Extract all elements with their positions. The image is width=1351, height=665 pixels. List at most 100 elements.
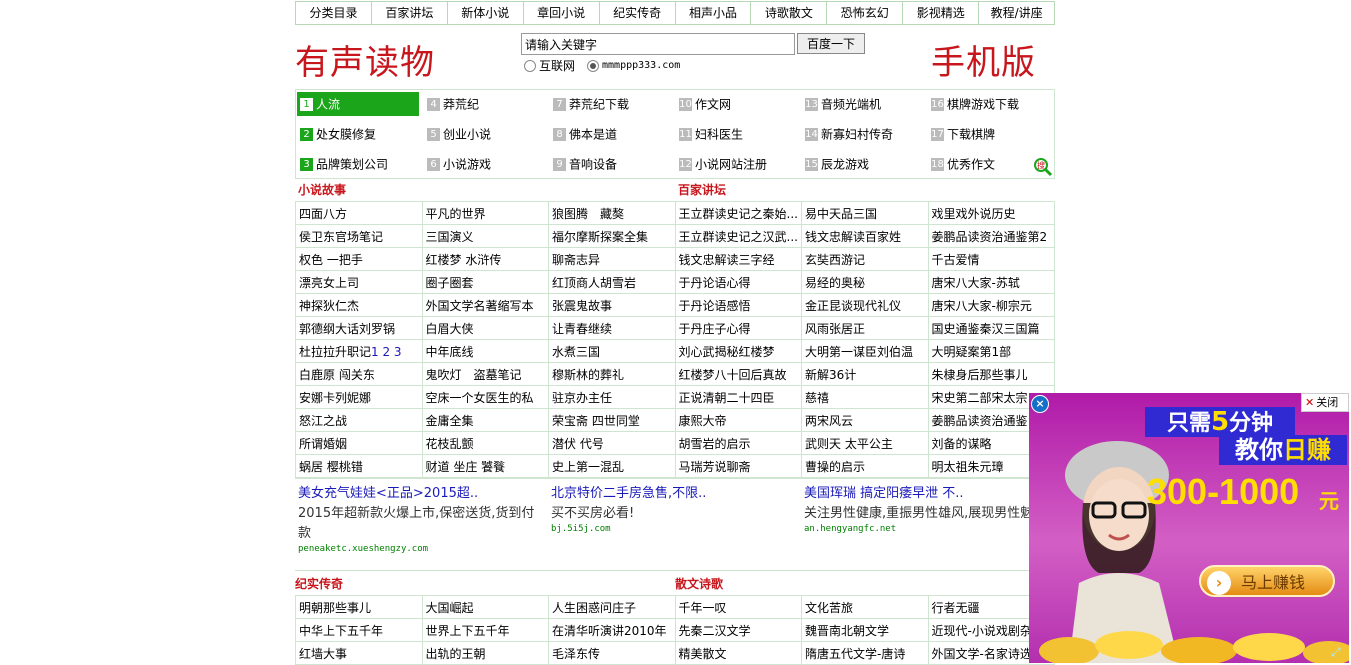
radio-web-label[interactable]: 互联网 [539, 57, 575, 74]
rank-item[interactable]: 11 妇科医生 [676, 122, 798, 146]
list-link[interactable]: 唐宋八大家-苏轼 [932, 276, 1020, 290]
rank-item[interactable]: 8 佛本是道 [550, 122, 672, 146]
list-link[interactable]: 玄奘西游记 [805, 253, 865, 267]
nav-item[interactable]: 百家讲坛 [372, 2, 448, 24]
rank-item[interactable]: 14 新寡妇村传奇 [802, 122, 924, 146]
list-link[interactable]: 隋唐五代文学-唐诗 [805, 647, 905, 661]
list-link[interactable]: 四面八方 [299, 207, 347, 221]
ad-url[interactable]: peneaketc.xueshengzy.com [298, 544, 545, 554]
list-link[interactable]: 人生困惑问庄子 [552, 601, 636, 615]
list-link[interactable]: 怒江之战 [299, 414, 347, 428]
list-link[interactable]: 姜鹏品读资治通鉴 [932, 414, 1028, 428]
list-link[interactable]: 安娜卡列妮娜 [299, 391, 371, 405]
list-link[interactable]: 王立群读史记之秦始... [679, 207, 798, 221]
list-link[interactable]: 马瑞芳说聊斋 [679, 460, 751, 474]
list-link[interactable]: 杜拉拉升职记 [299, 345, 371, 359]
list-link[interactable]: 红墙大事 [299, 647, 347, 661]
list-link[interactable]: 财道 坐庄 饕餮 [426, 460, 506, 474]
list-link[interactable]: 千古爱情 [932, 253, 980, 267]
rank-item[interactable]: 15 辰龙游戏 [802, 152, 924, 176]
nav-item[interactable]: 诗歌散文 [751, 2, 828, 24]
list-link[interactable]: 侯卫东官场笔记 [299, 230, 383, 244]
list-link[interactable]: 潜伏 代号 [552, 437, 604, 451]
list-link[interactable]: 慈禧 [805, 391, 829, 405]
section-title-poetry[interactable]: 散文诗歌 [675, 573, 723, 595]
list-link[interactable]: 红楼梦 水浒传 [426, 253, 502, 267]
list-link[interactable]: 康熙大帝 [679, 414, 727, 428]
list-link[interactable]: 行者无疆 [932, 601, 980, 615]
list-link[interactable]: 郭德纲大话刘罗锅 [299, 322, 395, 336]
list-link[interactable]: 易经的奥秘 [805, 276, 865, 290]
list-link[interactable]: 朱棣身后那些事儿 [932, 368, 1028, 382]
list-link[interactable]: 曹操的启示 [805, 460, 865, 474]
nav-item[interactable]: 教程/讲座 [979, 2, 1054, 24]
search-input[interactable] [521, 33, 795, 55]
list-link[interactable]: 明太祖朱元璋 [932, 460, 1004, 474]
list-link[interactable]: 白眉大侠 [426, 322, 474, 336]
ad-title-link[interactable]: 美女充气娃娃<正品>2015超.. [298, 482, 545, 501]
nav-item[interactable]: 相声小品 [676, 2, 752, 24]
list-link[interactable]: 唐宋八大家-柳宗元 [932, 299, 1032, 313]
list-link[interactable]: 金庸全集 [426, 414, 474, 428]
expand-icon[interactable]: ⤢ [1331, 645, 1347, 661]
list-link[interactable]: 武则天 太平公主 [805, 437, 893, 451]
page-links[interactable]: 1 2 3 [371, 345, 402, 359]
list-link[interactable]: 张震鬼故事 [552, 299, 612, 313]
list-link[interactable]: 神探狄仁杰 [299, 299, 359, 313]
list-link[interactable]: 大国崛起 [426, 601, 474, 615]
list-link[interactable]: 漂亮女上司 [299, 276, 359, 290]
list-link[interactable]: 文化苦旅 [805, 601, 853, 615]
list-link[interactable]: 三国演义 [426, 230, 474, 244]
section-title-lectures[interactable]: 百家讲坛 [678, 179, 726, 201]
ad-close-button[interactable]: ✕ 关闭 [1301, 393, 1349, 412]
list-link[interactable]: 国史通鉴秦汉三国篇 [932, 322, 1040, 336]
list-link[interactable]: 新解36计 [805, 368, 856, 382]
radio-site[interactable] [587, 59, 600, 72]
rank-item[interactable]: 1 人流 [297, 92, 419, 116]
radio-site-label[interactable]: mmmppp333.com [602, 60, 680, 71]
list-link[interactable]: 于丹论语感悟 [679, 299, 751, 313]
list-link[interactable]: 穆斯林的葬礼 [552, 368, 624, 382]
list-link[interactable]: 在清华听演讲2010年 [552, 624, 667, 638]
rank-item[interactable]: 4 莽荒纪 [424, 92, 546, 116]
list-link[interactable]: 王立群读史记之汉武... [679, 230, 798, 244]
ad-title-link[interactable]: 美国珲瑞 搞定阳痿早泄 不.. [804, 482, 1051, 501]
list-link[interactable]: 戏里戏外说历史 [932, 207, 1016, 221]
nav-item[interactable]: 恐怖玄幻 [827, 2, 904, 24]
list-link[interactable]: 魏晋南北朝文学 [805, 624, 889, 638]
list-link[interactable]: 红顶商人胡雪岩 [552, 276, 636, 290]
list-link[interactable]: 平凡的世界 [426, 207, 486, 221]
list-link[interactable]: 福尔摩斯探案全集 [552, 230, 648, 244]
ad-url[interactable]: an.hengyangfc.net [804, 524, 1051, 534]
list-link[interactable]: 毛泽东传 [552, 647, 600, 661]
rank-item[interactable]: 6 小说游戏 [424, 152, 546, 176]
list-link[interactable]: 白鹿原 闯关东 [299, 368, 375, 382]
list-link[interactable]: 圈子圈套 [426, 276, 474, 290]
search-button[interactable]: 百度一下 [797, 33, 865, 54]
list-link[interactable]: 胡雪岩的启示 [679, 437, 751, 451]
rank-item[interactable]: 9 音响设备 [550, 152, 672, 176]
nav-item[interactable]: 影视精选 [903, 2, 980, 24]
list-link[interactable]: 精美散文 [679, 647, 727, 661]
list-link[interactable]: 大明第一谋臣刘伯温 [805, 345, 913, 359]
text-ad[interactable]: 美女充气娃娃<正品>2015超.. 2015年超新款火爆上市,保密送货,货到付款 p… [295, 482, 548, 570]
mobile-version-link[interactable]: 手机版 [931, 35, 1036, 84]
floating-ad[interactable]: × 只需5分钟 教你日赚 300-1000 元 › 马上赚钱 ⤢ [1029, 393, 1349, 663]
list-link[interactable]: 易中天品三国 [805, 207, 877, 221]
list-link[interactable]: 千年一叹 [679, 601, 727, 615]
list-link[interactable]: 世界上下五千年 [426, 624, 510, 638]
list-link[interactable]: 大明疑案第1部 [932, 345, 1012, 359]
list-link[interactable]: 聊斋志异 [552, 253, 600, 267]
section-title-documentary[interactable]: 纪实传奇 [295, 573, 675, 595]
ad-cta-button[interactable]: › 马上赚钱 [1199, 565, 1335, 597]
list-link[interactable]: 钱文忠解读百家姓 [805, 230, 901, 244]
nav-item[interactable]: 新体小说 [448, 2, 524, 24]
list-link[interactable]: 出轨的王朝 [426, 647, 486, 661]
list-link[interactable]: 刘备的谋略 [932, 437, 992, 451]
rank-item[interactable]: 18 优秀作文 [928, 152, 1050, 176]
text-ad[interactable]: 美国珲瑞 搞定阳痿早泄 不.. 关注男性健康,重振男性雄风,展现男性魅力, an.h… [801, 482, 1054, 570]
list-link[interactable]: 红楼梦八十回后真故 [679, 368, 787, 382]
list-link[interactable]: 空床一个女医生的私 [426, 391, 534, 405]
rank-item[interactable]: 7 莽荒纪下载 [550, 92, 672, 116]
list-link[interactable]: 刘心武揭秘红楼梦 [679, 345, 775, 359]
